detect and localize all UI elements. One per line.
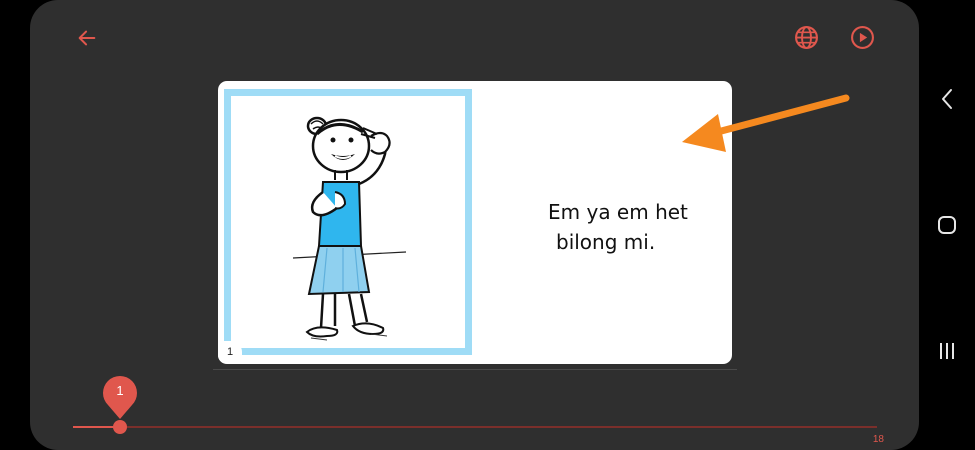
globe-icon <box>794 25 818 49</box>
system-home-button[interactable] <box>933 210 961 240</box>
annotation-arrow-icon <box>682 94 850 152</box>
arrow-left-icon <box>78 30 96 46</box>
book-page[interactable]: 1 Em ya em het bilong mi. <box>218 81 732 364</box>
page-text: Em ya em het bilong mi. <box>548 197 688 257</box>
page-text-line2: bilong mi. <box>556 230 656 254</box>
system-recents-button[interactable] <box>933 336 961 366</box>
slider-value-label: 1 <box>116 383 124 398</box>
page-slider-thumb[interactable] <box>113 420 127 434</box>
play-circle-icon <box>850 25 874 49</box>
recents-icon <box>940 343 954 359</box>
system-back-button[interactable] <box>933 84 961 114</box>
page-text-line1: Em ya em het <box>548 200 688 224</box>
language-button[interactable] <box>790 22 822 52</box>
reader-app: 1 Em ya em het bilong mi. 1 18 <box>30 0 919 450</box>
page-divider <box>213 369 737 370</box>
page-number: 1 <box>218 341 242 363</box>
illustration-frame <box>224 89 472 355</box>
slider-value-bubble: 1 <box>102 375 138 419</box>
play-button[interactable] <box>846 22 878 52</box>
square-home-icon <box>938 216 956 234</box>
back-button[interactable] <box>72 24 102 52</box>
girl-illustration <box>292 116 407 341</box>
slider-max-label: 18 <box>872 434 884 445</box>
page-slider-track[interactable] <box>73 426 877 428</box>
chevron-left-icon <box>942 89 952 109</box>
system-nav-bar <box>919 0 975 450</box>
